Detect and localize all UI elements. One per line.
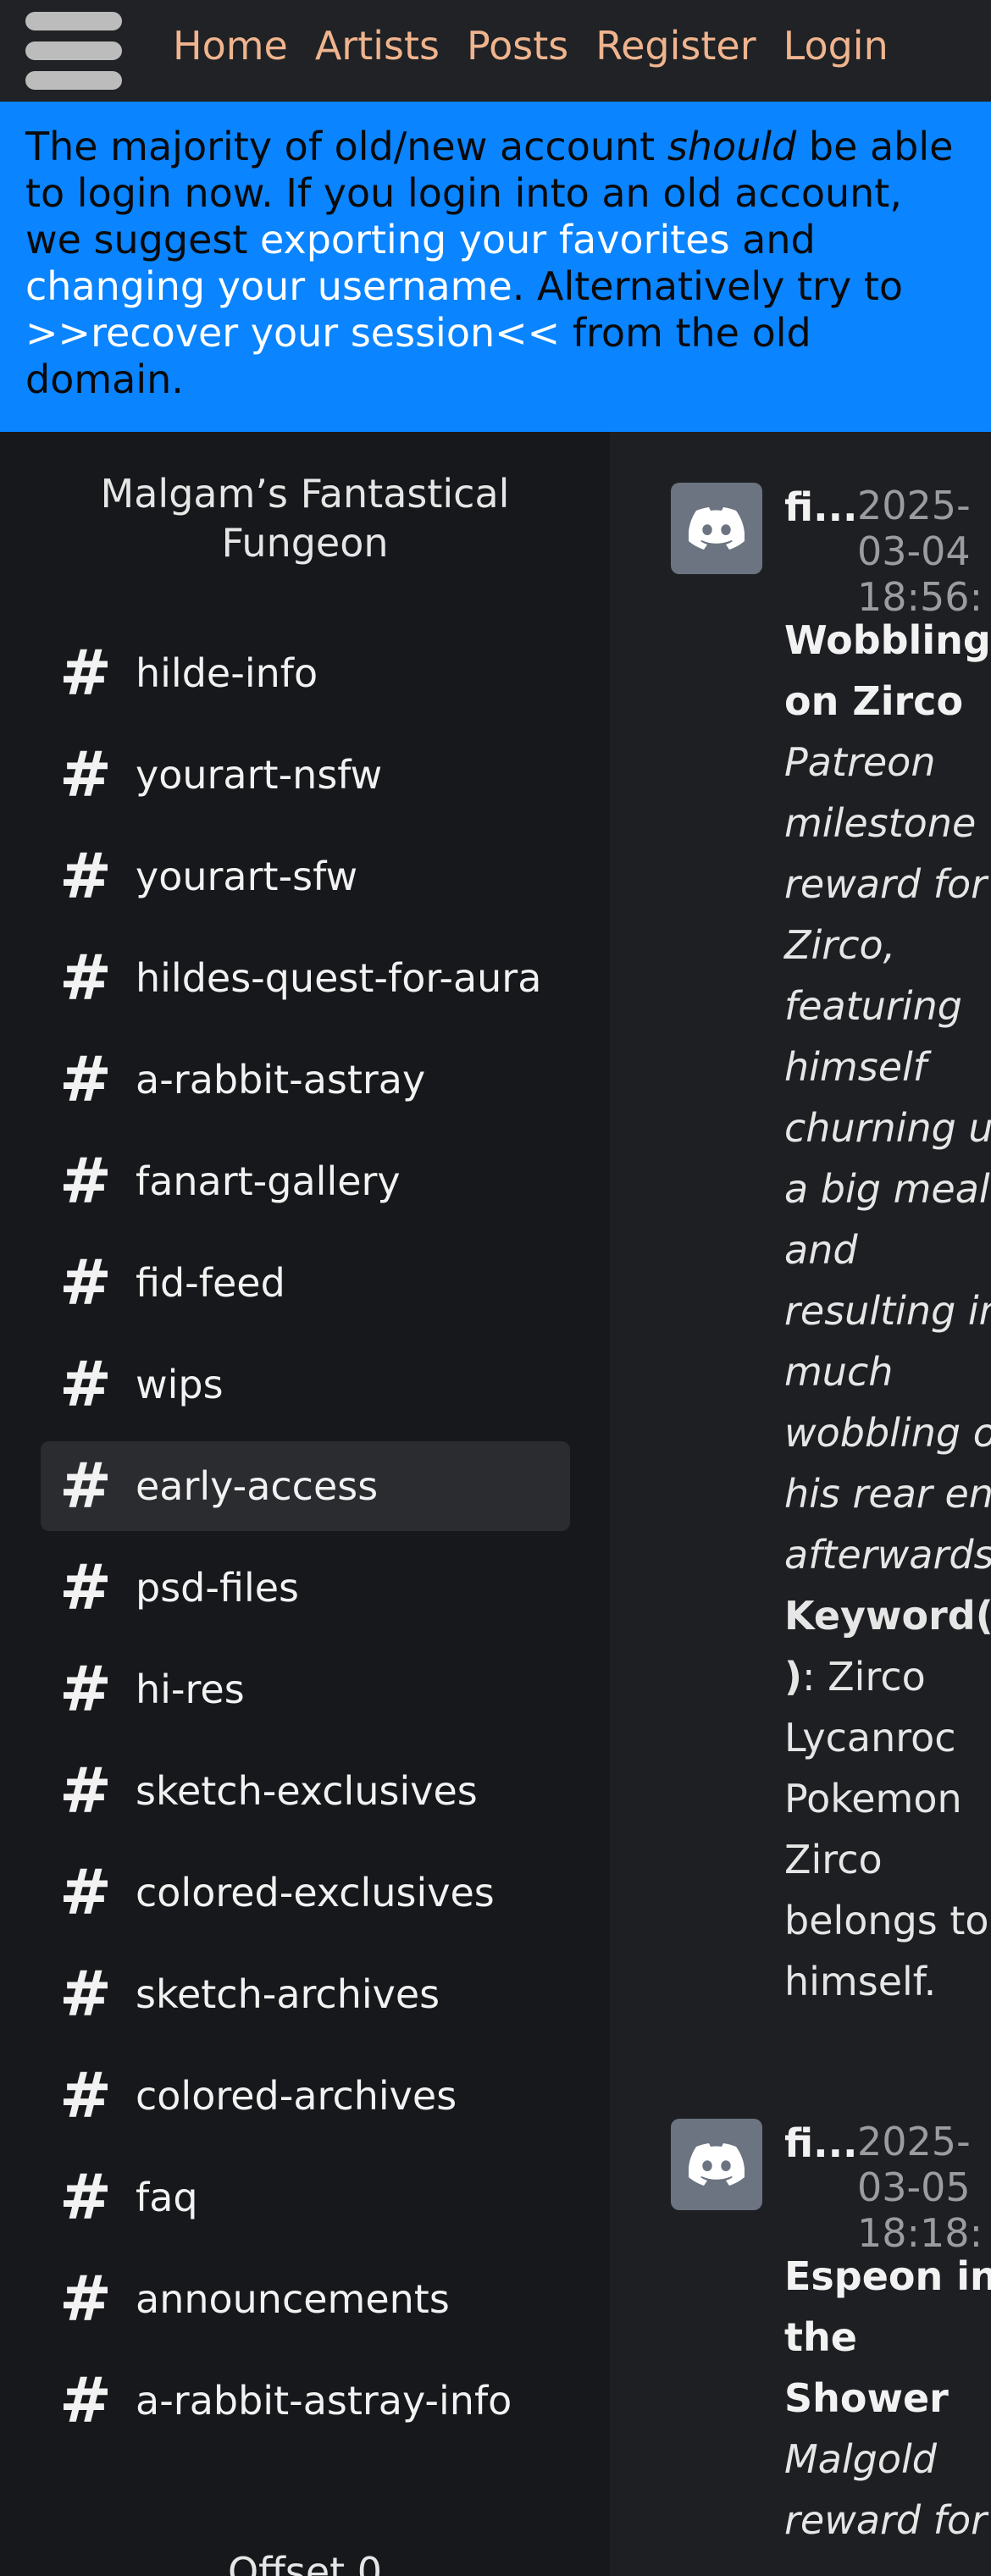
sidebar-item-psd-files[interactable]: # psd-files	[41, 1543, 570, 1633]
channel-label: yourart-nsfw	[136, 752, 383, 798]
sidebar-item-fanart-gallery[interactable]: # fanart-gallery	[41, 1136, 570, 1226]
channel-label: hi-res	[136, 1667, 245, 1712]
keyword-text: : Zirco Lycanroc Pokemon Zirco belongs t…	[784, 1654, 989, 2004]
channel-sidebar: Malgam’s Fantastical Fungeon # hilde-info…	[0, 432, 610, 2576]
nav-login-link[interactable]: Login	[783, 19, 889, 73]
hash-icon: #	[59, 1450, 113, 1523]
message-title: Wobbling on Zirco	[784, 617, 991, 724]
sidebar-item-yourart-sfw[interactable]: # yourart-sfw	[41, 832, 570, 921]
sidebar-item-early-access[interactable]: # early-access	[41, 1441, 570, 1531]
hash-icon: #	[59, 1551, 113, 1624]
nav-links: Home Artists Posts Register Login	[173, 19, 889, 73]
recover-session-link[interactable]: >>recover your session<<	[25, 310, 560, 356]
nav-posts-link[interactable]: Posts	[467, 19, 568, 73]
sidebar-item-a-rabbit-astray-info[interactable]: # a-rabbit-astray-info	[41, 2356, 570, 2446]
server-name-line: Malgam’s Fantastical	[100, 471, 510, 517]
hash-icon: #	[59, 738, 113, 811]
hash-icon: #	[59, 2263, 113, 2336]
hash-icon: #	[59, 1653, 113, 1726]
message-author[interactable]: fi...	[784, 2119, 857, 2168]
message-timestamp: 2025- 03-05 18:18:	[857, 2119, 983, 2256]
sidebar-item-hilde-info[interactable]: # hilde-info	[41, 628, 570, 718]
channel-label: fid-feed	[136, 1260, 285, 1306]
sidebar-item-colored-exclusives[interactable]: # colored-exclusives	[41, 1848, 570, 1938]
message-body: fi... 2025- 03-04 18:56: Wobbling on Zir…	[784, 483, 991, 2012]
message-title: Espeon in the Shower	[784, 2253, 991, 2421]
change-username-link[interactable]: changing your username	[25, 263, 512, 309]
hash-icon: #	[59, 1043, 113, 1116]
menu-icon[interactable]	[25, 12, 122, 90]
sidebar-item-hi-res[interactable]: # hi-res	[41, 1645, 570, 1734]
nav-home-link[interactable]: Home	[173, 19, 288, 73]
message-keywords: Keyword( ): Zirco Lycanroc Pokemon Zirco…	[784, 1585, 991, 2012]
message-timestamp: 2025- 03-04 18:56:	[857, 483, 983, 620]
hash-icon: #	[59, 942, 113, 1014]
offset-label: Offset 0	[227, 2549, 383, 2576]
channel-label: announcements	[136, 2276, 450, 2322]
message-header: fi... 2025- 03-05 18:18:	[784, 2119, 991, 2256]
hash-icon: #	[59, 1856, 113, 1929]
discord-icon	[671, 483, 762, 574]
sidebar-item-sketch-archives[interactable]: # sketch-archives	[41, 1949, 570, 2039]
hash-icon: #	[59, 637, 113, 710]
export-favorites-link[interactable]: exporting your favorites	[260, 217, 730, 263]
sidebar-item-fid-feed[interactable]: # fid-feed	[41, 1238, 570, 1328]
channel-label: hildes-quest-for-aura	[136, 955, 542, 1001]
channel-label: fanart-gallery	[136, 1158, 401, 1204]
sidebar-item-a-rabbit-astray[interactable]: # a-rabbit-astray	[41, 1035, 570, 1125]
channel-label: sketch-exclusives	[136, 1768, 478, 1814]
sidebar-item-wips[interactable]: # wips	[41, 1340, 570, 1429]
hash-icon: #	[59, 1145, 113, 1218]
hash-icon: #	[59, 1247, 113, 1319]
channel-list: # hilde-info # yourart-nsfw # yourart-sfw # hil…	[41, 628, 570, 2457]
sidebar-item-hildes-quest-for-aura[interactable]: # hildes-quest-for-aura	[41, 933, 570, 1023]
channel-label: psd-files	[136, 1565, 299, 1611]
hash-icon: #	[59, 1348, 113, 1421]
nav-artists-link[interactable]: Artists	[315, 19, 440, 73]
channel-label: colored-exclusives	[136, 1870, 495, 1915]
channel-label: yourart-sfw	[136, 854, 358, 899]
banner-text: The majority of old/new account	[25, 124, 667, 169]
sidebar-item-colored-archives[interactable]: # colored-archives	[41, 2051, 570, 2141]
hash-icon: #	[59, 2161, 113, 2234]
message-feed: fi... 2025- 03-04 18:56: Wobbling on Zir…	[610, 432, 991, 2576]
banner-emphasis: should	[667, 124, 797, 169]
hash-icon: #	[59, 840, 113, 913]
top-nav: Home Artists Posts Register Login	[0, 0, 991, 102]
channel-label: wips	[136, 1362, 224, 1407]
announcement-banner: The majority of old/new account should b…	[0, 102, 991, 432]
message-description: Patreon milestone reward for Zirco, feat…	[784, 739, 991, 1578]
channel-label: faq	[136, 2175, 198, 2220]
hash-icon: #	[59, 2059, 113, 2132]
message-description: Malgold reward for	[784, 2436, 988, 2543]
banner-text: and	[729, 217, 816, 263]
message-header: fi... 2025- 03-04 18:56:	[784, 483, 991, 620]
nav-register-link[interactable]: Register	[595, 19, 756, 73]
channel-label: a-rabbit-astray	[136, 1057, 426, 1103]
hash-icon: #	[59, 1958, 113, 2031]
sidebar-item-faq[interactable]: # faq	[41, 2153, 570, 2242]
hash-icon: #	[59, 1755, 113, 1827]
channel-label: a-rabbit-astray-info	[136, 2378, 512, 2424]
hash-icon: #	[59, 2364, 113, 2437]
server-name-line: Fungeon	[221, 520, 389, 566]
server-name: Malgam’s Fantastical Fungeon	[0, 469, 610, 567]
banner-text: . Alternatively try to	[512, 263, 903, 309]
channel-label: hilde-info	[136, 650, 318, 696]
channel-label: sketch-archives	[136, 1971, 440, 2017]
channel-label: colored-archives	[136, 2073, 457, 2119]
sidebar-item-yourart-nsfw[interactable]: # yourart-nsfw	[41, 730, 570, 820]
discord-icon	[671, 2119, 762, 2210]
message-body: fi... 2025- 03-05 18:18: Espeon in the S…	[784, 2119, 991, 2551]
channel-label: early-access	[136, 1463, 379, 1509]
sidebar-item-announcements[interactable]: # announcements	[41, 2254, 570, 2344]
sidebar-item-sketch-exclusives[interactable]: # sketch-exclusives	[41, 1746, 570, 1836]
message-author[interactable]: fi...	[784, 483, 857, 532]
